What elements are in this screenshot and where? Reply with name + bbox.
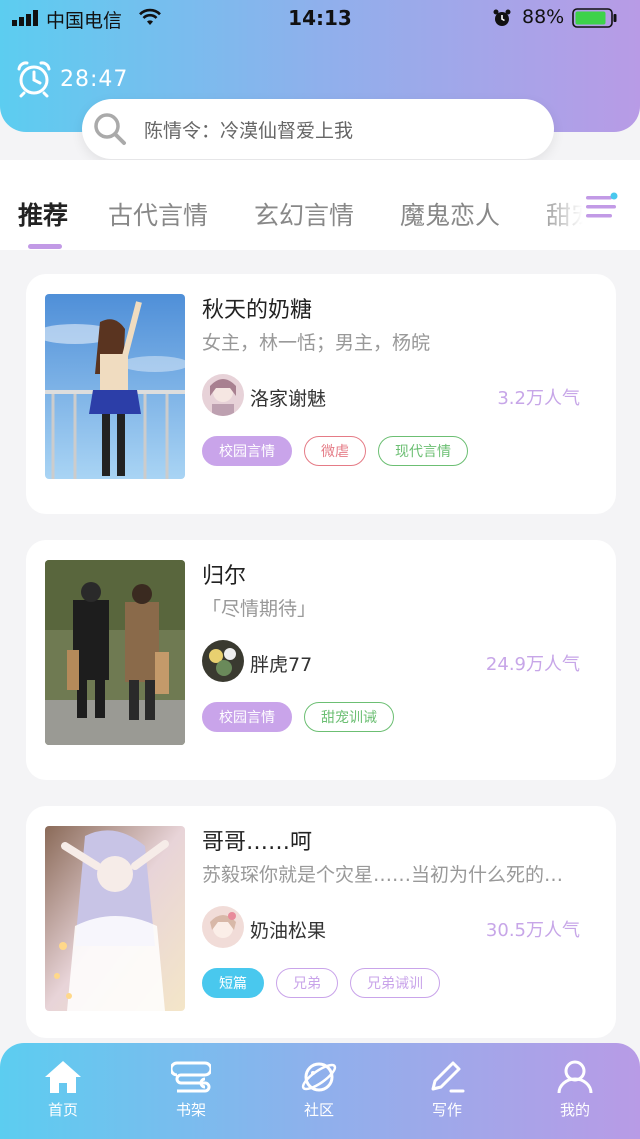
popularity-count: 30.5万人气 [485, 920, 580, 941]
tag[interactable]: 兄弟诫训 [350, 968, 440, 998]
pen-icon [431, 1061, 465, 1093]
popularity-count: 3.2万人气 [497, 388, 580, 409]
battery-percent: 88% [522, 6, 565, 28]
book-cover-image [45, 560, 185, 745]
book-card[interactable]: 哥哥……呵 苏毅琛你就是个灾星……当初为什么死的… 奶油松果 30.5万人气 短… [26, 806, 616, 1038]
book-description: 苏毅琛你就是个灾星……当初为什么死的… [202, 864, 564, 886]
bottom-navigation: 首页 书架 社区 写作 我的 [0, 1043, 640, 1139]
nav-home-label: 首页 [47, 1101, 78, 1119]
tag[interactable]: 甜宠训诫 [304, 702, 394, 732]
tag[interactable]: 校园言情 [202, 436, 292, 466]
battery-icon [572, 8, 617, 28]
book-cover-image [45, 826, 185, 1011]
reading-timer[interactable]: 28:47 [16, 60, 128, 98]
planet-icon [301, 1062, 337, 1092]
book-cover-image [45, 294, 185, 479]
nav-community[interactable]: 社区 [274, 1059, 364, 1120]
nav-write[interactable]: 写作 [402, 1059, 492, 1120]
nav-bookshelf-label: 书架 [175, 1101, 206, 1119]
nav-bookshelf[interactable]: 书架 [146, 1059, 236, 1120]
author-avatar[interactable] [202, 906, 244, 948]
nav-profile-label: 我的 [559, 1101, 590, 1119]
home-icon [45, 1061, 81, 1093]
search-placeholder: 陈情令：冷漠仙督爱上我 [144, 119, 354, 142]
bookshelf-icon [171, 1061, 211, 1093]
popularity-count: 24.9万人气 [485, 654, 580, 675]
timer-text: 28:47 [60, 66, 129, 92]
tab-fantasy-romance[interactable]: 玄幻言情 [254, 196, 354, 232]
active-tab-indicator [28, 244, 62, 249]
category-tabs: 推荐 古代言情 玄幻言情 魔鬼恋人 甜宠 [0, 160, 640, 250]
author-avatar[interactable] [202, 374, 244, 416]
search-bar[interactable]: 陈情令：冷漠仙督爱上我 [82, 99, 554, 159]
tag[interactable]: 短篇 [202, 968, 264, 998]
tag[interactable]: 兄弟 [276, 968, 338, 998]
alarm-status-icon [493, 9, 511, 26]
author-name[interactable]: 胖虎77 [250, 650, 312, 677]
search-icon [94, 113, 126, 145]
book-title: 哥哥……呵 [202, 830, 313, 855]
tag[interactable]: 校园言情 [202, 702, 292, 732]
book-title: 归尔 [202, 564, 247, 589]
author-avatar[interactable] [202, 640, 244, 682]
tag-list: 校园言情 微虐 现代言情 [202, 436, 480, 466]
category-menu-icon[interactable] [584, 192, 620, 222]
author-name[interactable]: 奶油松果 [250, 916, 326, 943]
book-description: 「尽情期待」 [202, 598, 317, 620]
tag[interactable]: 现代言情 [378, 436, 468, 466]
user-icon [557, 1060, 593, 1094]
tab-ancient-romance[interactable]: 古代言情 [108, 196, 208, 232]
nav-profile[interactable]: 我的 [530, 1059, 620, 1120]
tag-list: 短篇 兄弟 兄弟诫训 [202, 968, 452, 998]
nav-community-label: 社区 [303, 1101, 334, 1119]
book-description: 女主，林一恬；男主，杨皖 [202, 332, 431, 354]
book-card[interactable]: 秋天的奶糖 女主，林一恬；男主，杨皖 洛家谢魅 3.2万人气 校园言情 微虐 现… [26, 274, 616, 514]
book-card[interactable]: 归尔 「尽情期待」 胖虎77 24.9万人气 校园言情 甜宠训诫 [26, 540, 616, 780]
status-bar: 中国电信 14:13 88% [0, 0, 640, 36]
tag[interactable]: 微虐 [304, 436, 366, 466]
nav-home[interactable]: 首页 [18, 1059, 108, 1120]
tab-diabolik-lovers[interactable]: 魔鬼恋人 [400, 196, 500, 232]
author-name[interactable]: 洛家谢魅 [250, 384, 326, 411]
tab-recommend[interactable]: 推荐 [18, 196, 68, 232]
alarm-clock-icon [17, 61, 51, 98]
tag-list: 校园言情 甜宠训诫 [202, 702, 406, 732]
book-title: 秋天的奶糖 [202, 298, 313, 323]
nav-write-label: 写作 [431, 1101, 462, 1119]
